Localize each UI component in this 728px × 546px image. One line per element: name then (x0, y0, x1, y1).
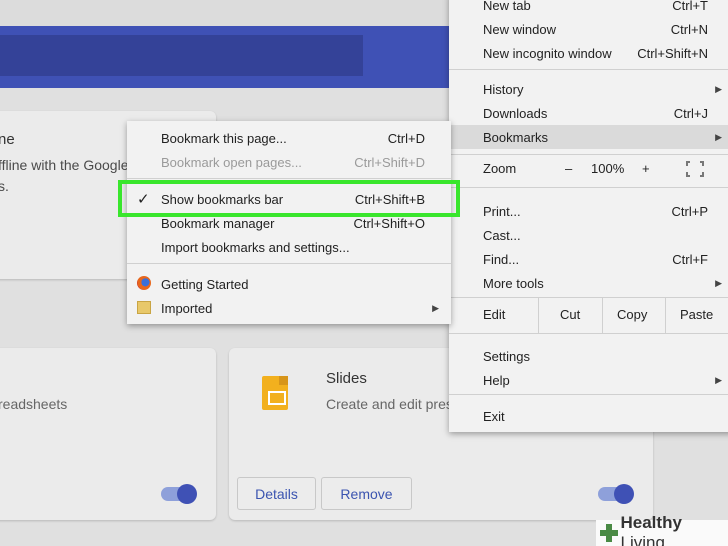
menu-item-new-window[interactable]: New window Ctrl+N (449, 17, 728, 41)
menu-separator (449, 69, 728, 70)
menu-item-find[interactable]: Find... Ctrl+F (449, 247, 728, 271)
cut-button[interactable]: Cut (560, 307, 580, 322)
paste-button[interactable]: Paste (680, 307, 713, 322)
slides-title: Slides (326, 370, 367, 387)
menu-label: Exit (483, 408, 505, 424)
menu-label: Bookmarks (483, 129, 549, 145)
watermark-brand: Healthy (620, 513, 682, 532)
menu-label: More tools (483, 275, 544, 291)
fullscreen-icon[interactable] (685, 160, 705, 178)
menu-shortcut: Ctrl+J (673, 105, 708, 121)
details-button[interactable]: Details (237, 477, 316, 510)
menu-item-settings[interactable]: Settings (449, 344, 728, 368)
menu-label: Print... (483, 203, 521, 219)
watermark-text: Healthy Living (621, 513, 728, 546)
menu-separator (449, 333, 728, 334)
menu-label: Getting Started (161, 276, 249, 292)
menu-item-help[interactable]: Help ▶ (449, 368, 728, 392)
menu-shortcut: Ctrl+D (387, 130, 425, 146)
menu-label: Imported (161, 300, 213, 316)
zoom-in-button[interactable]: + (642, 161, 650, 176)
menu-label: History (483, 81, 524, 97)
menu-label: New window (483, 21, 556, 37)
divider (602, 297, 603, 333)
zoom-row: Zoom – 100% + (449, 156, 728, 182)
menu-item-bookmarks[interactable]: Bookmarks ▶ (449, 125, 728, 149)
menu-label: Bookmark manager (161, 215, 275, 231)
menu-item-history[interactable]: History ▶ (449, 77, 728, 101)
submenu-arrow-icon: ▶ (715, 83, 722, 94)
menu-label: Help (483, 372, 510, 388)
chrome-main-menu: New tab Ctrl+T New window Ctrl+N New inc… (449, 0, 728, 432)
menu-item-downloads[interactable]: Downloads Ctrl+J (449, 101, 728, 125)
submenu-arrow-icon: ▶ (432, 302, 439, 313)
toggle-knob (614, 484, 634, 504)
menu-shortcut: Ctrl+P (671, 203, 708, 219)
menu-item-print[interactable]: Print... Ctrl+P (449, 199, 728, 223)
menu-separator (449, 394, 728, 395)
menu-label: Bookmark this page... (161, 130, 287, 146)
menu-item-new-incognito[interactable]: New incognito window Ctrl+Shift+N (449, 41, 728, 65)
menu-label: New incognito window (483, 45, 612, 61)
zoom-out-button[interactable]: – (565, 161, 572, 176)
card-description: ffline with the Google (0, 157, 129, 173)
menu-item-new-tab[interactable]: New tab Ctrl+T (449, 0, 728, 17)
menu-item-more-tools[interactable]: More tools ▶ (449, 271, 728, 295)
sheets-toggle[interactable] (161, 484, 197, 504)
menu-separator (127, 178, 451, 179)
import-bookmarks-item[interactable]: Import bookmarks and settings... (127, 235, 451, 259)
menu-label: Settings (483, 348, 530, 364)
menu-label: Import bookmarks and settings... (161, 239, 350, 255)
menu-shortcut: Ctrl+Shift+N (637, 45, 708, 61)
menu-label: New tab (483, 0, 531, 13)
bookmark-this-page-item[interactable]: Bookmark this page... Ctrl+D (127, 126, 451, 150)
menu-shortcut: Ctrl+Shift+O (353, 215, 425, 231)
folder-icon (137, 301, 151, 314)
menu-item-cast[interactable]: Cast... (449, 223, 728, 247)
menu-separator (449, 187, 728, 188)
divider (665, 297, 666, 333)
firefox-icon (137, 276, 151, 290)
remove-button[interactable]: Remove (321, 477, 412, 510)
card-description: readsheets (0, 396, 68, 412)
slides-description: Create and edit pres (326, 396, 453, 412)
bookmarks-submenu: Bookmark this page... Ctrl+D Bookmark op… (127, 121, 451, 324)
edit-row: Edit Cut Copy Paste (449, 297, 728, 333)
plus-icon (600, 524, 618, 542)
menu-label: Downloads (483, 105, 548, 121)
zoom-label: Zoom (483, 161, 517, 176)
bookmark-open-pages-item[interactable]: Bookmark open pages... Ctrl+Shift+D (127, 150, 451, 174)
watermark: Healthy Living (596, 513, 728, 546)
card-title: ne (0, 131, 15, 148)
submenu-arrow-icon: ▶ (715, 131, 722, 142)
copy-button[interactable]: Copy (617, 307, 647, 322)
slides-icon (262, 376, 288, 410)
menu-separator (127, 263, 451, 264)
getting-started-bookmark[interactable]: Getting Started (127, 272, 451, 296)
menu-shortcut: Ctrl+Shift+D (354, 154, 425, 170)
submenu-arrow-icon: ▶ (715, 277, 722, 288)
menu-shortcut: Ctrl+N (670, 21, 708, 37)
menu-item-exit[interactable]: Exit (449, 404, 728, 428)
edit-label: Edit (483, 307, 506, 322)
slides-toggle[interactable] (598, 484, 634, 504)
zoom-level: 100% (591, 161, 625, 176)
menu-label: Bookmark open pages... (161, 154, 302, 170)
divider (538, 297, 539, 333)
toggle-knob (177, 484, 197, 504)
menu-shortcut: Ctrl+T (672, 0, 708, 13)
search-bar[interactable] (0, 35, 363, 76)
submenu-arrow-icon: ▶ (715, 374, 722, 385)
menu-separator (449, 154, 728, 155)
menu-label: Find... (483, 251, 520, 267)
menu-label: Cast... (483, 227, 521, 243)
menu-shortcut: Ctrl+F (672, 251, 708, 267)
watermark-suffix: Living (620, 533, 665, 546)
imported-folder[interactable]: Imported ▶ (127, 296, 451, 320)
card-description-2: s. (0, 178, 9, 194)
highlight-box (118, 180, 460, 217)
